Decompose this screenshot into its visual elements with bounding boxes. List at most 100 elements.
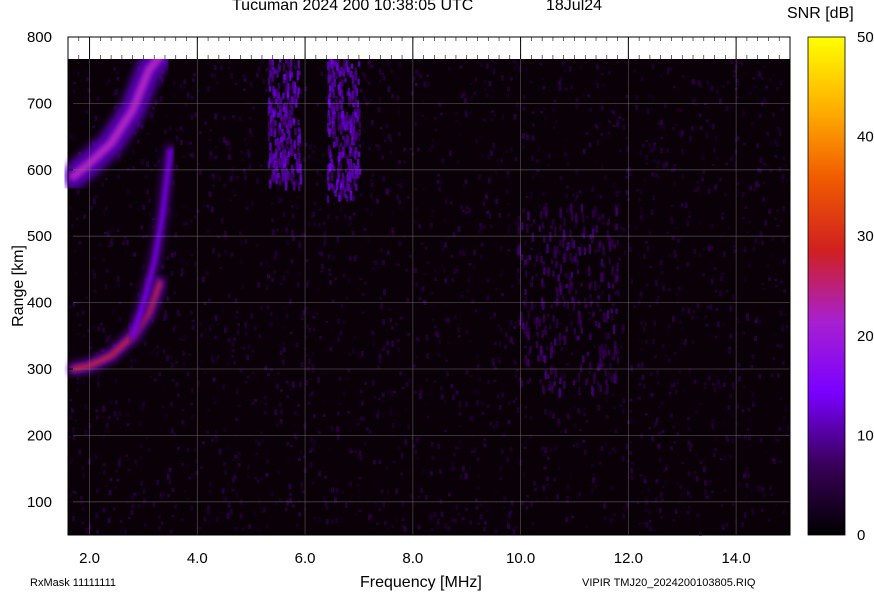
- noise-region-pixel: [557, 274, 560, 282]
- noise-pixel: [705, 364, 709, 367]
- noise-pixel: [112, 507, 116, 511]
- noise-pixel: [618, 257, 621, 261]
- noise-pixel: [483, 520, 487, 525]
- noise-region-pixel: [282, 133, 286, 142]
- noise-pixel: [74, 418, 78, 422]
- noise-pixel: [175, 129, 179, 132]
- noise-pixel: [424, 246, 428, 251]
- noise-pixel: [558, 322, 562, 325]
- noise-pixel: [399, 183, 403, 189]
- noise-pixel: [386, 490, 390, 495]
- noise-pixel: [465, 329, 469, 334]
- noise-pixel: [731, 413, 735, 417]
- noise-pixel: [779, 219, 783, 223]
- noise-region-pixel: [545, 206, 548, 216]
- noise-pixel: [342, 320, 346, 324]
- noise-pixel: [190, 505, 194, 511]
- noise-pixel: [250, 134, 254, 137]
- noise-pixel: [177, 260, 181, 263]
- noise-pixel: [417, 59, 421, 62]
- noise-pixel: [582, 439, 586, 443]
- noise-region-pixel: [584, 303, 587, 309]
- noise-pixel: [493, 312, 497, 318]
- noise-pixel: [194, 112, 198, 118]
- noise-pixel: [599, 195, 603, 199]
- noise-pixel: [421, 99, 425, 104]
- noise-pixel: [285, 380, 289, 384]
- noise-pixel: [265, 68, 269, 72]
- noise-region-pixel: [589, 301, 593, 307]
- noise-region-pixel: [577, 372, 581, 382]
- noise-pixel: [395, 488, 399, 495]
- noise-pixel: [321, 399, 325, 404]
- noise-pixel: [416, 147, 420, 152]
- noise-pixel: [533, 262, 536, 268]
- noise-pixel: [575, 194, 579, 199]
- noise-pixel: [523, 118, 527, 125]
- noise-pixel: [728, 227, 732, 231]
- noise-region-pixel: [273, 110, 276, 118]
- noise-pixel: [755, 484, 759, 491]
- noise-pixel: [639, 150, 643, 156]
- noise-pixel: [254, 477, 258, 480]
- noise-pixel: [664, 513, 668, 519]
- noise-pixel: [413, 503, 417, 506]
- noise-pixel: [775, 86, 779, 91]
- noise-pixel: [689, 136, 693, 142]
- noise-pixel: [550, 225, 553, 229]
- noise-pixel: [370, 193, 374, 199]
- noise-pixel: [467, 467, 471, 471]
- noise-pixel: [151, 106, 155, 110]
- noise-region-pixel: [338, 144, 341, 152]
- noise-pixel: [208, 191, 212, 198]
- noise-pixel: [261, 410, 265, 414]
- noise-pixel: [129, 282, 133, 286]
- noise-pixel: [171, 488, 175, 493]
- noise-pixel: [621, 327, 625, 334]
- noise-pixel: [417, 495, 421, 499]
- noise-pixel: [214, 113, 218, 120]
- noise-pixel: [539, 62, 543, 66]
- noise-region-pixel: [598, 345, 602, 354]
- noise-region-pixel: [352, 141, 356, 146]
- noise-pixel: [458, 412, 462, 416]
- noise-region-pixel: [350, 122, 353, 130]
- noise-pixel: [641, 143, 645, 148]
- noise-pixel: [554, 154, 558, 157]
- noise-region-pixel: [526, 223, 529, 233]
- noise-region-pixel: [283, 110, 287, 116]
- noise-pixel: [215, 517, 219, 522]
- noise-pixel: [329, 280, 333, 285]
- noise-pixel: [290, 229, 294, 236]
- noise-region-pixel: [576, 269, 580, 275]
- noise-pixel: [449, 201, 453, 205]
- noise-region-pixel: [528, 377, 532, 383]
- noise-pixel: [305, 307, 309, 310]
- noise-pixel: [210, 73, 214, 77]
- noise-region-pixel: [541, 329, 545, 337]
- noise-pixel: [573, 406, 577, 411]
- noise-pixel: [224, 496, 228, 501]
- noise-pixel: [626, 146, 630, 152]
- noise-region-pixel: [611, 266, 614, 276]
- noise-region-pixel: [327, 109, 331, 117]
- noise-pixel: [575, 97, 579, 102]
- noise-region-pixel: [275, 88, 279, 98]
- noise-pixel: [477, 487, 480, 490]
- noise-region-pixel: [608, 257, 611, 265]
- noise-pixel: [85, 296, 88, 300]
- noise-region-pixel: [286, 173, 289, 182]
- noise-pixel: [604, 440, 608, 447]
- noise-pixel: [190, 95, 194, 99]
- noise-pixel: [645, 154, 649, 160]
- noise-pixel: [218, 176, 222, 182]
- noise-pixel: [472, 249, 476, 256]
- noise-pixel: [305, 259, 309, 262]
- noise-pixel: [454, 446, 458, 450]
- noise-pixel: [285, 269, 289, 275]
- noise-region-pixel: [351, 129, 355, 137]
- noise-pixel: [234, 316, 238, 319]
- noise-region-pixel: [354, 67, 357, 75]
- y-tick-label: 200: [27, 427, 52, 444]
- noise-pixel: [114, 105, 117, 110]
